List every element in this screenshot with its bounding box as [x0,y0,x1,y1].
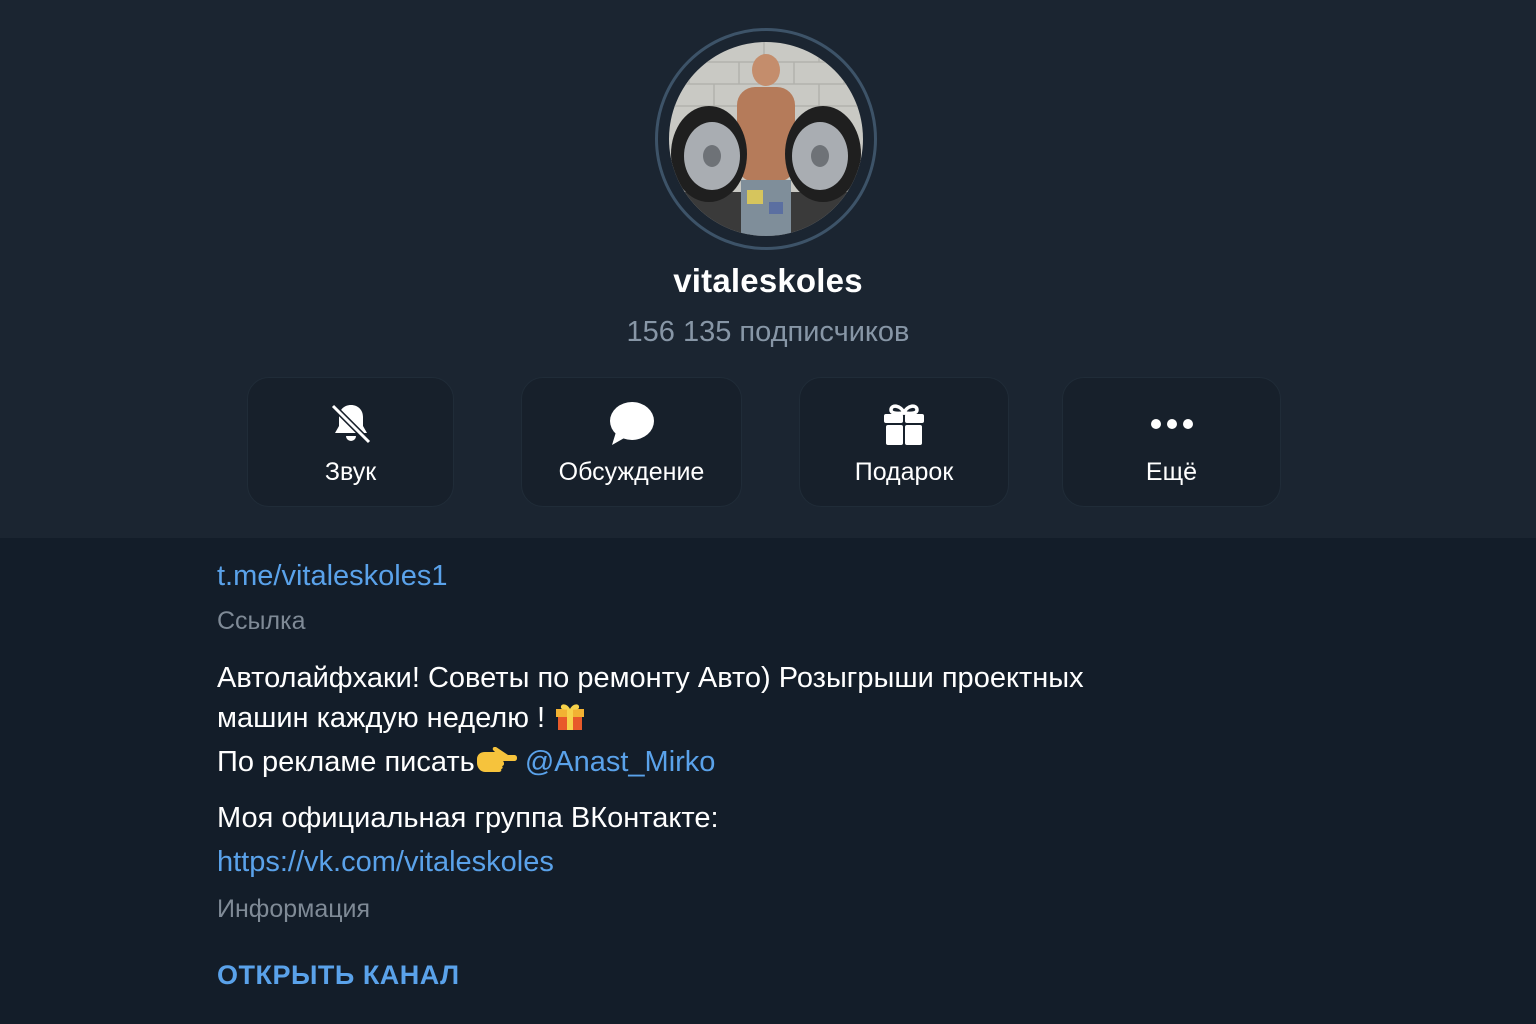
channel-name: vitaleskoles [673,262,863,299]
avatar[interactable] [669,42,863,236]
sound-button[interactable]: Звук [247,377,454,507]
ad-contact-mention[interactable]: @Anast_Mirko [525,746,716,778]
description-line-1: Автолайфхаки! Советы по ремонту Авто) Ро… [217,662,1084,694]
vk-group-link[interactable]: https://vk.com/vitaleskoles [217,846,554,879]
channel-avatar-photo [669,42,863,236]
profile-header: vitaleskoles 156 135 подписчиков Звук Об… [0,0,1536,538]
bell-muted-icon [327,400,375,448]
channel-description: Автолайфхаки! Советы по ремонту Авто) Ро… [217,658,1317,786]
description-line-3: По рекламе писать @Anast_Mirko [217,742,1317,786]
vk-group-title: Моя официальная группа ВКонтакте: [217,802,719,834]
link-caption: Ссылка [217,607,306,635]
avatar-ring [655,28,877,250]
more-button[interactable]: Ещё [1062,377,1281,507]
discussion-label: Обсуждение [558,458,705,486]
ad-contact-text: По рекламе писать [217,746,475,778]
discussion-button[interactable]: Обсуждение [521,377,742,507]
pointing-hand-emoji-icon [475,746,517,786]
more-dots-icon [1148,400,1196,448]
open-channel-button[interactable]: ОТКРЫТЬ КАНАЛ [217,960,460,991]
gift-icon [880,400,928,448]
gift-emoji-icon [553,699,587,742]
info-caption: Информация [217,895,371,923]
description-line-2-text: машин каждую неделю ! [217,702,546,734]
gift-button[interactable]: Подарок [799,377,1009,507]
description-line-2: машин каждую неделю ! [217,698,1317,742]
chat-bubble-icon [608,400,656,448]
sound-label: Звук [324,458,377,486]
subscriber-count: 156 135 подписчиков [626,316,910,348]
more-label: Ещё [1145,458,1198,486]
channel-link[interactable]: t.me/vitaleskoles1 [217,560,448,593]
gift-label: Подарок [854,458,954,486]
